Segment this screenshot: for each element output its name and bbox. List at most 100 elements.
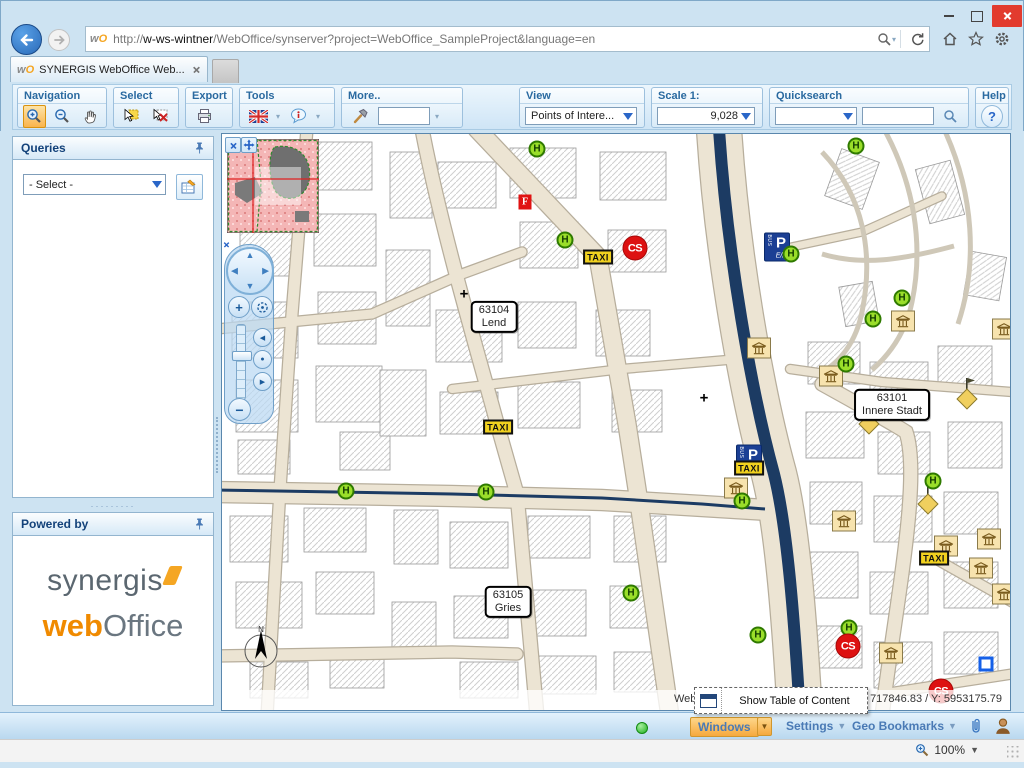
marker-cs[interactable]: CS	[623, 236, 648, 261]
zoom-in-button[interactable]: +	[228, 296, 250, 318]
marker-f[interactable]: F	[519, 195, 532, 210]
close-button[interactable]	[992, 5, 1022, 27]
menu-geo-bookmarks[interactable]: Geo Bookmarks▼	[848, 717, 961, 735]
marker-taxi[interactable]: TAXI	[583, 250, 613, 265]
pin-icon[interactable]	[194, 141, 205, 155]
scale-dropdown[interactable]: 9,028	[657, 107, 755, 125]
map-canvas[interactable]: ▲ ▼ ◀ ▶ + ◀ ● ▶ − N	[221, 133, 1011, 711]
menu-windows-caret[interactable]: ▼	[757, 717, 772, 736]
marker-h[interactable]: H	[338, 483, 355, 500]
language-tool[interactable]	[245, 105, 271, 128]
more-tools-button[interactable]	[347, 105, 373, 128]
attachment-button[interactable]	[968, 717, 984, 736]
marker-h[interactable]: H	[478, 484, 495, 501]
language-dropdown-caret[interactable]: ▾	[276, 112, 280, 121]
marker-h[interactable]: H	[783, 246, 800, 263]
minimize-icon	[944, 15, 954, 17]
view-dropdown[interactable]: Points of Intere...	[525, 107, 637, 125]
address-dropdown-caret[interactable]: ▾	[892, 35, 896, 44]
pan-right-icon[interactable]: ▶	[262, 267, 269, 276]
marker-museum[interactable]	[977, 529, 1001, 550]
show-toc-tooltip[interactable]: Show Table of Content	[694, 687, 868, 714]
menu-settings[interactable]: Settings▼	[782, 717, 850, 735]
queries-select[interactable]: - Select -	[23, 174, 166, 195]
queries-panel-header[interactable]: Queries	[12, 136, 214, 160]
tab-weboffice[interactable]: wO SYNERGIS WebOffice Web...	[10, 56, 208, 82]
zoom-out-tool[interactable]	[51, 105, 74, 128]
pan-left-icon[interactable]: ◀	[231, 267, 238, 276]
marker-h[interactable]: H	[734, 493, 751, 510]
marker-h[interactable]: H	[557, 232, 574, 249]
quicksearch-button[interactable]	[939, 105, 961, 128]
more-dropdown-caret[interactable]: ▾	[435, 112, 439, 121]
overview-map[interactable]	[227, 139, 319, 233]
marker-museum[interactable]	[992, 319, 1011, 340]
print-tool[interactable]	[191, 105, 217, 128]
full-extent-button[interactable]	[251, 296, 273, 318]
info-tool[interactable]	[285, 105, 311, 128]
quicksearch-input[interactable]	[862, 107, 934, 125]
menu-windows[interactable]: Windows	[690, 717, 759, 737]
marker-museum[interactable]	[891, 311, 915, 332]
nav-widget-close-button[interactable]	[222, 240, 231, 252]
marker-museum[interactable]	[969, 558, 993, 579]
help-button[interactable]: ?	[981, 105, 1003, 128]
clear-selection-tool[interactable]	[149, 105, 174, 128]
marker-h[interactable]: H	[865, 311, 882, 328]
powered-by-header[interactable]: Powered by	[12, 512, 214, 536]
minimize-button[interactable]	[936, 5, 962, 27]
marker-museum[interactable]	[832, 511, 856, 532]
next-extent-button[interactable]: ▶	[253, 372, 272, 391]
info-dropdown-caret[interactable]: ▾	[316, 112, 320, 121]
marker-museum[interactable]	[747, 338, 771, 359]
overview-move-button[interactable]	[241, 137, 257, 153]
previous-extent-button[interactable]: ◀	[253, 328, 272, 347]
forward-button[interactable]	[48, 29, 70, 51]
marker-museum[interactable]	[879, 643, 903, 664]
pin-icon[interactable]	[194, 517, 205, 531]
quicksearch-dropdown[interactable]	[775, 107, 857, 125]
favorites-button[interactable]	[964, 27, 988, 51]
select-tool[interactable]	[119, 105, 144, 128]
marker-taxi[interactable]: TAXI	[734, 461, 764, 476]
pan-up-icon[interactable]: ▲	[246, 251, 255, 260]
address-search-icon[interactable]	[877, 32, 892, 47]
panel-splitter-handle[interactable]: ·········	[12, 502, 214, 510]
settings-gear-button[interactable]	[990, 27, 1014, 51]
refresh-icon[interactable]	[909, 31, 925, 47]
marker-taxi[interactable]: TAXI	[919, 551, 949, 566]
user-button[interactable]	[994, 716, 1012, 736]
marker-h[interactable]: H	[894, 290, 911, 307]
back-button[interactable]	[11, 24, 42, 55]
pan-tool[interactable]	[78, 105, 101, 128]
marker-museum[interactable]	[992, 584, 1011, 605]
window-resize-grip[interactable]	[1007, 746, 1020, 759]
zoom-out-button[interactable]: −	[228, 398, 251, 421]
marker-cs[interactable]: CS	[836, 634, 861, 659]
marker-h[interactable]: H	[623, 585, 640, 602]
more-tools-combobox[interactable]	[378, 107, 430, 125]
tab-close-icon[interactable]	[193, 66, 201, 74]
new-tab-button[interactable]	[212, 59, 239, 83]
center-button[interactable]: ●	[253, 350, 272, 369]
marker-h[interactable]: H	[925, 473, 942, 490]
maximize-button[interactable]	[964, 5, 990, 27]
marker-h[interactable]: H	[848, 138, 865, 155]
pan-compass[interactable]: ▲ ▼ ◀ ▶	[226, 247, 274, 295]
pan-down-icon[interactable]: ▼	[246, 282, 255, 291]
marker-taxi[interactable]: TAXI	[483, 420, 513, 435]
marker-bluesq[interactable]	[979, 657, 994, 672]
address-bar[interactable]: wO http://w-ws-wintner/WebOffice/synserv…	[85, 26, 930, 52]
zoom-slider[interactable]	[236, 324, 246, 400]
marker-h[interactable]: H	[838, 356, 855, 373]
home-button[interactable]	[938, 27, 962, 51]
zoom-in-tool[interactable]	[23, 105, 46, 128]
marker-h[interactable]: H	[750, 627, 767, 644]
page-favicon: wO	[90, 33, 107, 45]
sidebar-splitter[interactable]	[214, 131, 221, 712]
zoom-slider-handle[interactable]	[232, 351, 252, 361]
browser-zoom-control[interactable]: 100% ▼	[915, 743, 979, 757]
marker-h[interactable]: H	[529, 141, 546, 158]
overview-close-button[interactable]	[225, 137, 241, 153]
query-builder-button[interactable]	[176, 174, 203, 200]
